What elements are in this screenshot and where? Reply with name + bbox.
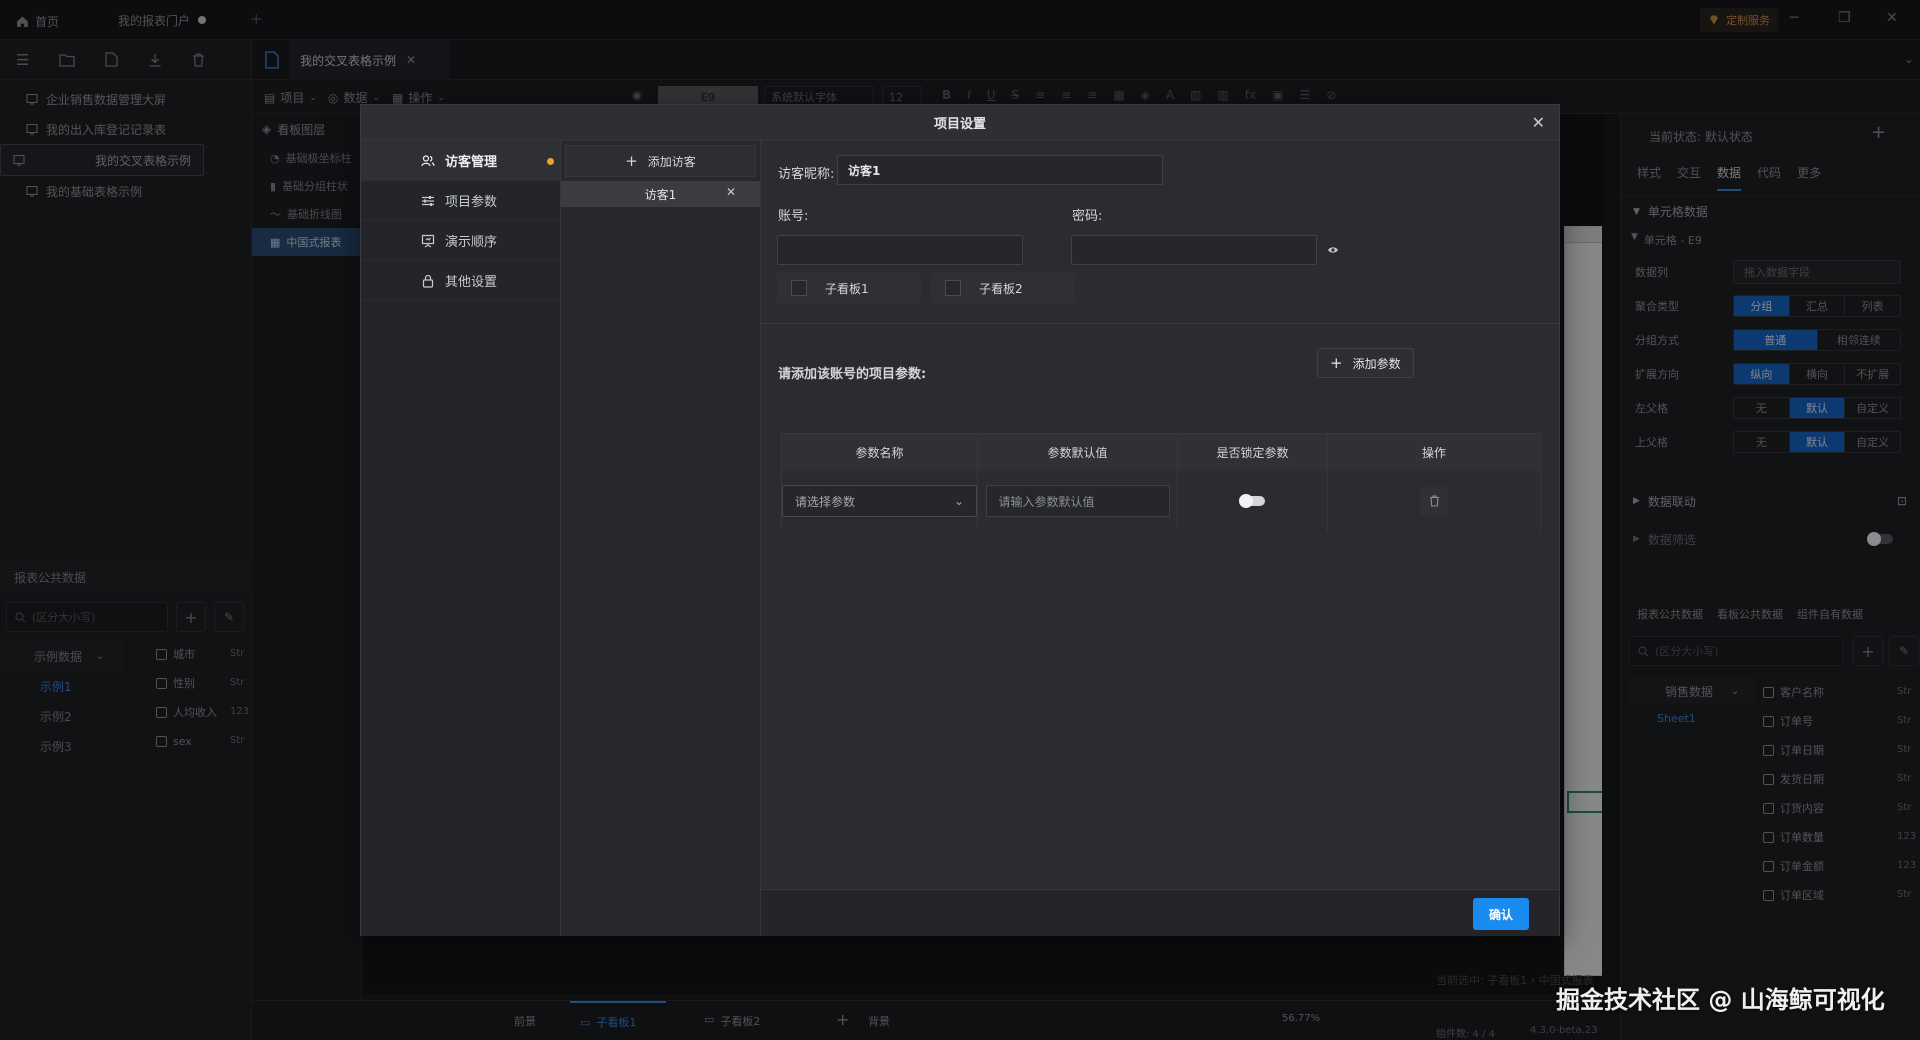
param-action-cell: [1328, 471, 1540, 531]
nav-demo-order[interactable]: 演示顺序: [361, 221, 560, 261]
add-param-label: 添加参数: [1352, 356, 1401, 371]
nickname-label: 访客昵称:: [778, 167, 835, 182]
add-visitor-button[interactable]: + 添加访客: [565, 145, 756, 177]
nav-label: 项目参数: [445, 195, 498, 210]
close-icon[interactable]: ✕: [1532, 113, 1545, 132]
add-param-button[interactable]: + 添加参数: [1317, 348, 1414, 378]
col-header-default-value: 参数默认值: [978, 434, 1178, 471]
lock-param-toggle[interactable]: [1238, 494, 1265, 508]
nav-label: 演示顺序: [445, 235, 498, 250]
board-checkbox-label: 子看板1: [825, 281, 869, 296]
password-label: 密码:: [1072, 209, 1103, 224]
lock-icon: [422, 274, 434, 288]
nav-visitor-management[interactable]: 访客管理: [361, 141, 560, 181]
param-table: 参数名称 参数默认值 是否锁定参数 操作 请选择参数 ⌄ 请输入参数默认值: [781, 433, 1541, 531]
col-header-label: 参数默认值: [1047, 446, 1108, 460]
account-label: 账号:: [778, 209, 809, 224]
param-value-input[interactable]: 请输入参数默认值: [985, 485, 1170, 517]
param-prompt: 请添加该账号的项目参数:: [778, 367, 927, 382]
unsaved-dot-icon: [547, 158, 554, 165]
visitor-name: 访客1: [644, 187, 677, 202]
users-icon: [421, 154, 435, 166]
watermark: 掘金技术社区 @ 山海鲸可视化: [1556, 980, 1885, 1015]
col-header-param-name: 参数名称: [782, 434, 978, 471]
nav-label: 其他设置: [445, 275, 498, 290]
visitor-item[interactable]: 访客1 ✕: [561, 181, 760, 207]
param-select-placeholder: 请选择参数: [795, 494, 856, 509]
confirm-button[interactable]: 确认: [1473, 898, 1529, 930]
dialog-header: 项目设置 ✕: [361, 105, 1559, 141]
param-select[interactable]: 请选择参数 ⌄: [782, 485, 977, 517]
divider: [761, 323, 1559, 324]
col-header-label: 是否锁定参数: [1216, 446, 1289, 460]
dialog-footer: 确认: [761, 889, 1559, 936]
password-input[interactable]: [1071, 235, 1317, 265]
plus-icon: +: [1330, 354, 1343, 372]
param-lock-cell: [1178, 471, 1328, 531]
watermark-text: 掘金技术社区 @ 山海鲸可视化: [1556, 986, 1885, 1014]
visitor-list-panel: + 添加访客 访客1 ✕: [561, 141, 761, 936]
visitor-form: 访客昵称: 访客1 账号: 密码: 子看板1 子看板2 请添加该账号的项目参数:…: [761, 141, 1559, 936]
nav-label: 访客管理: [445, 155, 498, 170]
board-checkbox-label: 子看板2: [979, 281, 1023, 296]
checkbox[interactable]: [945, 280, 961, 296]
checkbox[interactable]: [791, 280, 807, 296]
col-header-action: 操作: [1328, 434, 1540, 471]
dialog-title: 项目设置: [933, 117, 986, 132]
project-settings-dialog: 项目设置 ✕ 访客管理 项目参数 演示顺序 其他设置 + 添加访客 访客1 ✕: [360, 104, 1560, 936]
param-value-cell: 请输入参数默认值: [978, 471, 1178, 531]
param-name-cell: 请选择参数 ⌄: [782, 471, 978, 531]
confirm-label: 确认: [1488, 907, 1513, 922]
chevron-down-icon: ⌄: [953, 494, 964, 508]
nickname-value: 访客1: [848, 163, 881, 178]
delete-param-button[interactable]: [1420, 487, 1448, 515]
add-visitor-label: 添加访客: [647, 154, 696, 169]
nickname-input[interactable]: 访客1: [837, 155, 1163, 185]
plus-icon: +: [625, 152, 638, 170]
col-header-label: 参数名称: [855, 446, 904, 460]
col-header-label: 操作: [1421, 446, 1446, 460]
trash-icon: [1429, 495, 1439, 507]
nav-other-settings[interactable]: 其他设置: [361, 261, 560, 301]
board-checkbox-2[interactable]: 子看板2: [931, 273, 1075, 303]
account-input[interactable]: [777, 235, 1023, 265]
board-checkbox-1[interactable]: 子看板1: [777, 273, 921, 303]
settings-nav: 访客管理 项目参数 演示顺序 其他设置: [361, 141, 561, 936]
col-header-locked: 是否锁定参数: [1178, 434, 1328, 471]
presentation-icon: [421, 234, 435, 247]
remove-visitor-icon[interactable]: ✕: [726, 185, 736, 199]
sliders-icon: [422, 195, 434, 206]
nav-project-params[interactable]: 项目参数: [361, 181, 560, 221]
param-value-placeholder: 请输入参数默认值: [998, 494, 1095, 509]
eye-icon[interactable]: [1327, 244, 1339, 256]
